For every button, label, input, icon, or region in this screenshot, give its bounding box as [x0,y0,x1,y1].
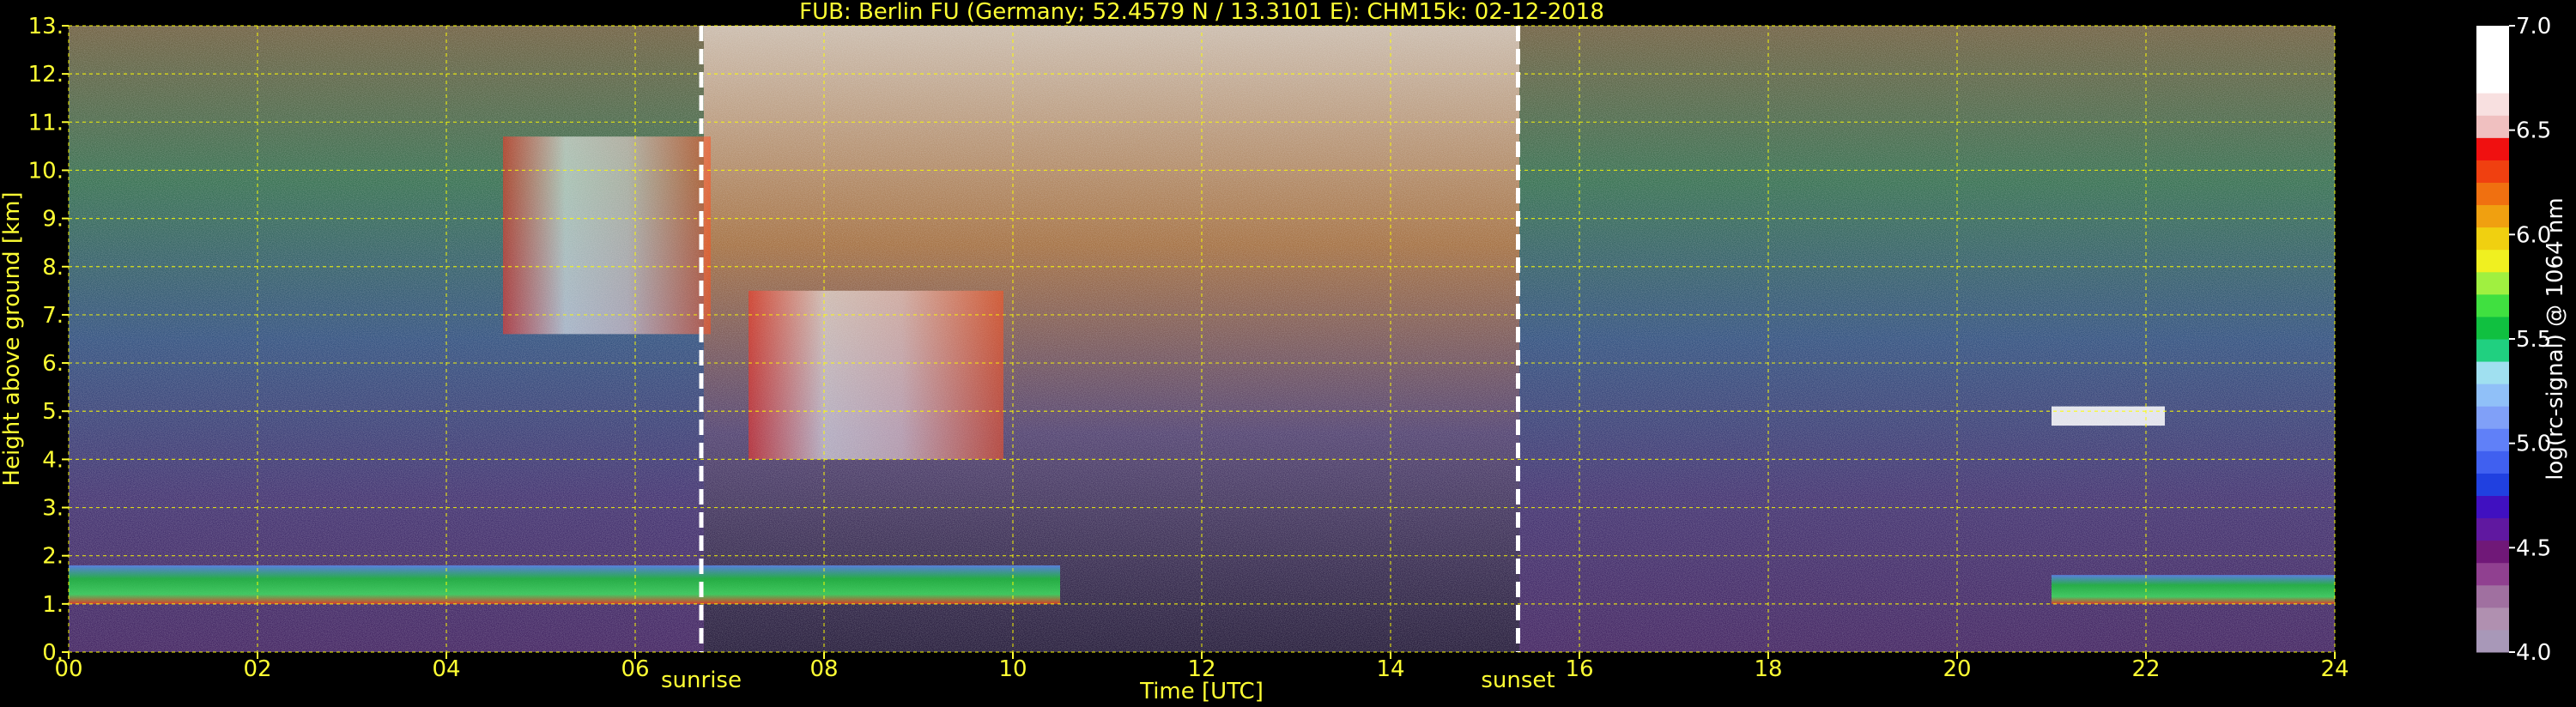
colorbar-swatch [2476,249,2509,273]
feature-boundary-layer-cloud-3 [2052,575,2335,604]
x-tick-label: 10 [998,656,1027,682]
x-tick-label: 04 [432,656,460,682]
sunrise-label: sunrise [661,668,742,693]
colorbar-swatch [2476,316,2509,340]
x-tick-label: 02 [243,656,271,682]
feature-cirrus-1 [749,290,1003,460]
colorbar-swatch [2476,339,2509,362]
colorbar-tick-label: 4.0 [2516,640,2551,666]
colorbar-swatch [2476,160,2509,183]
y-tick-label: 10. [28,158,64,184]
chart-title: FUB: Berlin FU (Germany; 52.4579 N / 13.… [799,0,1604,25]
y-axis-label: Height above ground [km] [0,191,25,486]
colorbar-swatch [2476,93,2509,116]
x-tick-label: 20 [1943,656,1971,682]
y-tick-label: 4. [42,447,64,473]
colorbar-swatch [2476,227,2509,251]
y-tick-label: 2. [42,544,64,570]
ceilometer-chart: FUB: Berlin FU (Germany; 52.4579 N / 13.… [0,0,2568,704]
x-tick-label: 08 [809,656,838,682]
y-tick-label: 12. [28,62,64,88]
x-axis-ticks: 00 02 04 06 08 10 12 14 16 18 20 22 24 [54,652,2349,682]
colorbar-swatch [2476,293,2509,317]
plot-area: sunrise sunset [68,25,2336,693]
y-tick-label: 8. [42,255,64,281]
colorbar-swatch [2476,48,2509,71]
feature-cirrus-0 [503,136,711,335]
colorbar-swatch [2476,428,2509,451]
colorbar-swatch [2476,540,2509,564]
colorbar-swatch [2476,137,2509,160]
colorbar-swatch [2476,450,2509,474]
colorbar-swatch [2476,607,2509,631]
colorbar-swatches [2476,26,2509,653]
colorbar-swatch [2476,70,2509,94]
x-tick-label: 22 [2131,656,2160,682]
colorbar-swatch [2476,182,2509,206]
signal-noise [69,26,2335,652]
colorbar-swatch [2476,473,2509,496]
x-tick-label: 14 [1376,656,1404,682]
feature-mid-level-cloud-4 [2052,406,2165,426]
x-tick-label: 06 [621,656,649,682]
x-tick-label: 16 [1565,656,1593,682]
y-tick-label: 6. [42,351,64,377]
colorbar: 4.04.55.05.56.06.57.0 log(rc-signal) @ 1… [2476,14,2568,666]
x-axis-label: Time [UTC] [1139,679,1264,704]
sunset-label: sunset [1481,668,1555,693]
colorbar-swatch [2476,271,2509,295]
colorbar-swatch [2476,361,2509,384]
colorbar-swatch [2476,115,2509,138]
y-tick-label: 11. [28,110,64,136]
colorbar-label: log(rc-signal) @ 1064 nm [2543,197,2568,480]
y-tick-label: 0. [42,640,64,666]
x-tick-label: 18 [1754,656,1782,682]
colorbar-tick-label: 7.0 [2516,14,2551,39]
y-tick-label: 13. [28,14,64,39]
y-tick-label: 7. [42,303,64,329]
y-tick-label: 3. [42,496,64,522]
colorbar-swatch [2476,562,2509,586]
y-axis-ticks: 0. 1. 2. 3. 4. 5. 6. 7. 8. 9. 10. 11. 12. 13. [28,14,69,666]
colorbar-tick-label: 4.5 [2516,535,2551,561]
colorbar-swatch [2476,384,2509,407]
colorbar-swatch [2476,495,2509,519]
colorbar-swatch [2476,629,2509,653]
feature-boundary-layer-cloud-2 [69,565,1060,604]
x-tick-label: 24 [2320,656,2349,682]
colorbar-swatch [2476,584,2509,608]
colorbar-tick-label: 6.5 [2516,118,2551,144]
y-tick-label: 9. [42,207,64,233]
y-tick-label: 5. [42,399,64,425]
colorbar-swatch [2476,406,2509,429]
y-tick-label: 1. [42,592,64,618]
colorbar-swatch [2476,517,2509,541]
colorbar-swatch [2476,204,2509,228]
colorbar-swatch [2476,26,2509,49]
